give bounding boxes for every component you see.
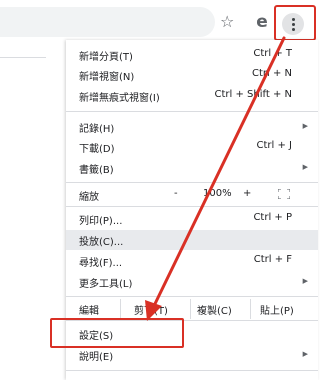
zoom-label: 縮放	[79, 192, 99, 203]
menu-item-zoom: 縮放 - 100% +	[66, 185, 318, 205]
menu-item-shortcut: Ctrl + N	[251, 68, 292, 79]
edit-divider	[250, 299, 251, 319]
menu-item-label: 新增分頁(T)	[79, 52, 133, 63]
menu-item-shortcut: Ctrl + J	[256, 140, 292, 151]
menu-item-more-tools[interactable]: 更多工具(L) ▶	[66, 272, 318, 292]
menu-item-new-tab[interactable]: 新增分頁(T) Ctrl + T	[66, 45, 318, 65]
menu-item-label: 列印(P)...	[79, 216, 123, 227]
menu-item-print[interactable]: 列印(P)... Ctrl + P	[66, 209, 318, 229]
settings-highlight	[50, 318, 184, 348]
menu-item-label: 更多工具(L)	[79, 279, 133, 290]
menu-item-label: 說明(E)	[79, 352, 114, 363]
menu-item-label: 尋找(F)...	[79, 258, 123, 269]
address-bar[interactable]	[0, 7, 215, 37]
menu-item-label: 記錄(H)	[79, 124, 115, 135]
menu-item-label: 書籤(B)	[79, 165, 114, 176]
menu-item-history[interactable]: 記錄(H) ▶	[66, 117, 318, 137]
menu-item-shortcut: Ctrl + T	[253, 48, 292, 59]
menu-item-label: 投放(C)...	[79, 237, 124, 248]
menu-item-label: 新增無痕式視窗(I)	[79, 93, 160, 104]
menu-item-shortcut: Ctrl + Shift + N	[214, 89, 292, 100]
paste-button[interactable]: 貼上(P)	[260, 302, 294, 317]
menu-item-edit: 編輯 剪下(T) 複製(C) 貼上(P)	[66, 299, 318, 319]
bookmark-star-icon[interactable]: ☆	[220, 12, 234, 32]
menu-item-find[interactable]: 尋找(F)... Ctrl + F	[66, 251, 318, 271]
fullscreen-icon[interactable]	[278, 189, 290, 199]
submenu-arrow-icon: ▶	[302, 122, 308, 130]
menu-separator	[66, 370, 318, 371]
submenu-arrow-icon: ▶	[302, 277, 308, 285]
menu-item-label: 新增視窗(N)	[79, 72, 135, 83]
copy-button[interactable]: 複製(C)	[197, 302, 232, 317]
menu-item-label: 下載(D)	[79, 144, 115, 155]
menu-item-help[interactable]: 說明(E) ▶	[66, 345, 318, 365]
profile-avatar-icon[interactable]: e	[252, 12, 272, 32]
edit-divider	[120, 299, 121, 319]
menu-item-new-window[interactable]: 新增視窗(N) Ctrl + N	[66, 65, 318, 85]
page-divider	[0, 57, 46, 58]
submenu-arrow-icon: ▶	[302, 163, 308, 171]
menu-item-downloads[interactable]: 下載(D) Ctrl + J	[66, 137, 318, 157]
zoom-out-button[interactable]: -	[174, 188, 178, 199]
menu-separator	[66, 182, 318, 183]
menu-separator	[66, 296, 318, 297]
zoom-in-button[interactable]: +	[243, 188, 251, 199]
cut-button[interactable]: 剪下(T)	[134, 302, 168, 317]
zoom-level: 100%	[203, 188, 232, 199]
menu-item-shortcut: Ctrl + F	[253, 254, 292, 265]
menu-item-cast[interactable]: 投放(C)...	[66, 230, 318, 250]
menu-item-shortcut: Ctrl + P	[253, 212, 292, 223]
submenu-arrow-icon: ▶	[302, 350, 308, 358]
menu-item-bookmarks[interactable]: 書籤(B) ▶	[66, 158, 318, 178]
edit-divider	[190, 299, 191, 319]
edit-label: 編輯	[79, 306, 99, 317]
menu-separator	[66, 111, 318, 112]
menu-separator	[66, 206, 318, 207]
menu-button-highlight	[274, 5, 316, 41]
menu-item-incognito[interactable]: 新增無痕式視窗(I) Ctrl + Shift + N	[66, 86, 318, 106]
